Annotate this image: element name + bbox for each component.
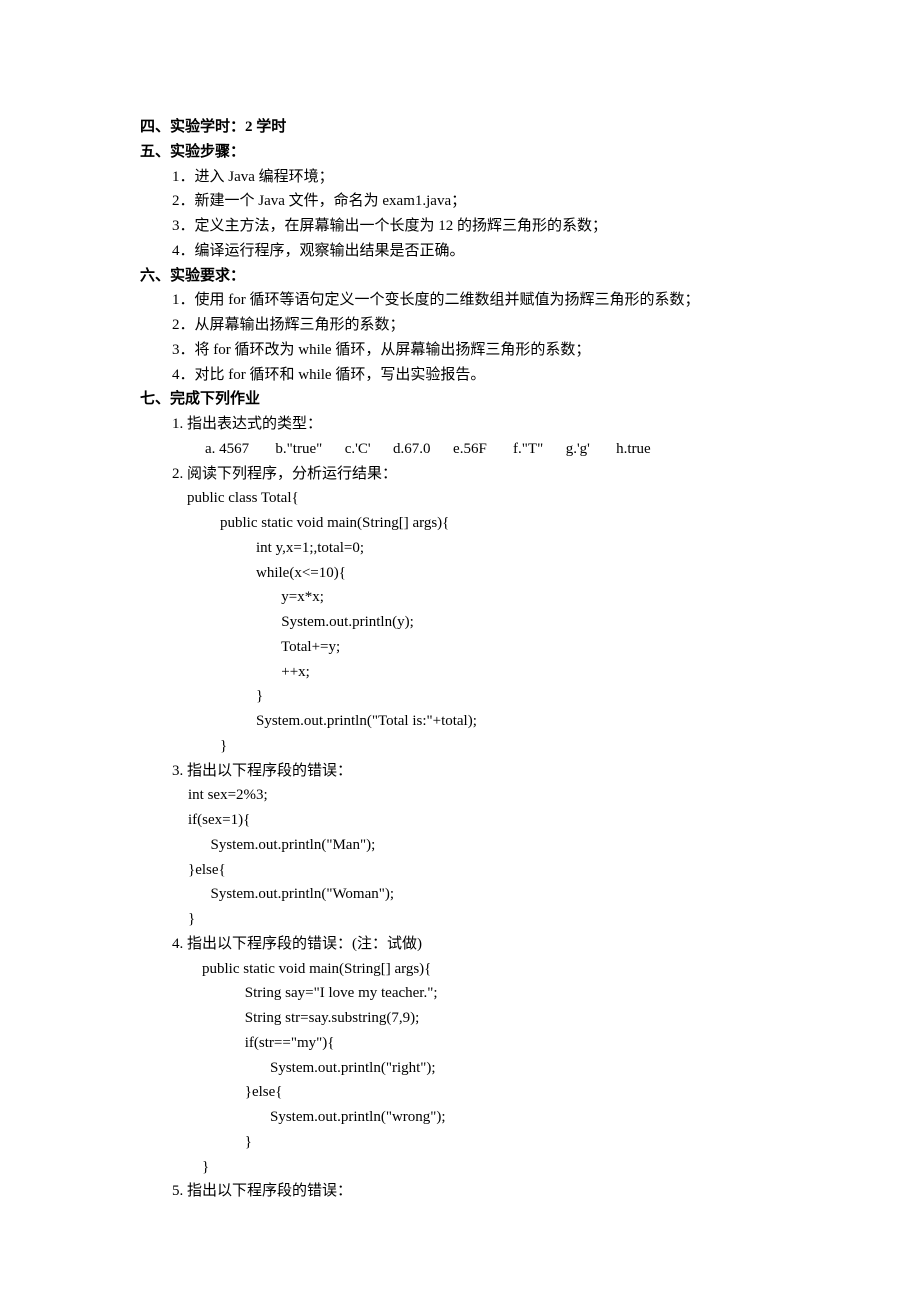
q3-code: int sex=2%3; xyxy=(188,783,780,808)
q3-code: System.out.println("Man"); xyxy=(188,833,780,858)
q2-code: System.out.println("Total is:"+total); xyxy=(226,709,780,734)
q3-prompt: 3. 指出以下程序段的错误： xyxy=(172,759,780,784)
section7-num: 七、 xyxy=(140,391,170,407)
q4-code: public static void main(String[] args){ xyxy=(202,957,780,982)
section6-item: 1．使用 for 循环等语句定义一个变长度的二维数组并赋值为扬辉三角形的系数； xyxy=(172,288,780,313)
q4-code: } xyxy=(226,1130,780,1155)
section6-item: 3．将 for 循环改为 while 循环，从屏幕输出扬辉三角形的系数； xyxy=(172,338,780,363)
section6-head: 六、实验要求： xyxy=(140,264,780,289)
q3-code: } xyxy=(188,907,780,932)
section5-head: 五、实验步骤： xyxy=(140,140,780,165)
q2-code: } xyxy=(226,684,780,709)
section7-title: 完成下列作业 xyxy=(170,391,260,407)
q4-code: if(str=="my"){ xyxy=(226,1031,780,1056)
q4-code: String say="I love my teacher."; xyxy=(226,981,780,1006)
section4-title: 实验学时：2 学时 xyxy=(170,119,286,135)
section6-num: 六、 xyxy=(140,268,170,284)
q1-options: a. 4567 b."true" c.'C' d.67.0 e.56F f."T… xyxy=(205,437,780,462)
q4-prompt: 4. 指出以下程序段的错误：(注：试做) xyxy=(172,932,780,957)
section5-item: 1．进入 Java 编程环境； xyxy=(172,165,780,190)
section6-title: 实验要求： xyxy=(170,268,245,284)
q4-code: System.out.println("right"); xyxy=(240,1056,780,1081)
q1-prompt: 1. 指出表达式的类型： xyxy=(172,412,780,437)
q2-code: Total+=y; xyxy=(240,635,780,660)
section5-num: 五、 xyxy=(140,144,170,160)
q4-code: } xyxy=(202,1155,780,1180)
q2-prompt: 2. 阅读下列程序，分析运行结果： xyxy=(172,462,780,487)
section5-title: 实验步骤： xyxy=(170,144,245,160)
q3-code: }else{ xyxy=(188,858,780,883)
section6-item: 4．对比 for 循环和 while 循环，写出实验报告。 xyxy=(172,363,780,388)
q4-code: }else{ xyxy=(226,1080,780,1105)
document-page: 四、实验学时：2 学时 五、实验步骤： 1．进入 Java 编程环境； 2．新建… xyxy=(0,0,920,1302)
q2-code: System.out.println(y); xyxy=(240,610,780,635)
q2-code: y=x*x; xyxy=(240,585,780,610)
q3-code: if(sex=1){ xyxy=(188,808,780,833)
section5-item: 3．定义主方法，在屏幕输出一个长度为 12 的扬辉三角形的系数； xyxy=(172,214,780,239)
q2-code: } xyxy=(205,734,780,759)
q2-code: public static void main(String[] args){ xyxy=(205,511,780,536)
q4-code: String str=say.substring(7,9); xyxy=(226,1006,780,1031)
section7-head: 七、完成下列作业 xyxy=(140,387,780,412)
section6-item: 2．从屏幕输出扬辉三角形的系数； xyxy=(172,313,780,338)
section4-num: 四、 xyxy=(140,119,170,135)
q2-code: int y,x=1;,total=0; xyxy=(226,536,780,561)
section4-head: 四、实验学时：2 学时 xyxy=(140,115,780,140)
section5-item: 2．新建一个 Java 文件，命名为 exam1.java； xyxy=(172,189,780,214)
q2-code: public class Total{ xyxy=(187,486,780,511)
q5-prompt: 5. 指出以下程序段的错误： xyxy=(172,1179,780,1204)
q4-code: System.out.println("wrong"); xyxy=(240,1105,780,1130)
section5-item: 4．编译运行程序，观察输出结果是否正确。 xyxy=(172,239,780,264)
q3-code: System.out.println("Woman"); xyxy=(188,882,780,907)
q2-code: while(x<=10){ xyxy=(226,561,780,586)
q2-code: ++x; xyxy=(240,660,780,685)
